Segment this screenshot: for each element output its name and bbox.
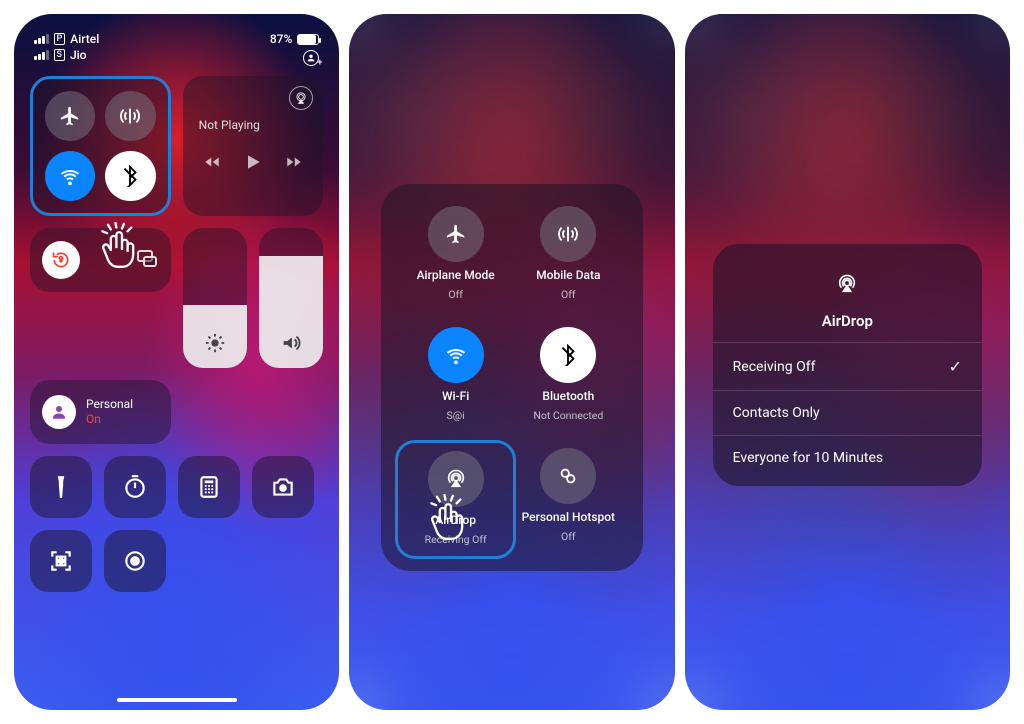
battery-icon [297,34,319,45]
sim-indicator-2: S [54,49,65,61]
hotspot-button[interactable] [540,448,596,504]
airdrop-option-off[interactable]: Receiving Off ✓ [713,342,982,390]
focus-state: On [86,412,133,427]
screenshot-control-center: P Airtel S Jio 87% [14,14,339,710]
airplane-sub: Off [448,288,463,301]
airplay-icon[interactable] [289,86,313,110]
airdrop-option-contacts[interactable]: Contacts Only [713,390,982,435]
cellular-label: Mobile Data [536,268,600,282]
calculator-button[interactable] [178,456,240,518]
forward-icon[interactable] [285,153,303,175]
wifi-sub: S@i [447,409,465,422]
brightness-slider[interactable] [183,228,247,368]
check-icon: ✓ [949,357,962,376]
rotation-mirror-tile [30,228,171,292]
wifi-button[interactable] [45,151,95,201]
airdrop-title: AirDrop [822,312,873,330]
cellular-sub: Off [561,288,576,301]
status-bar: P Airtel S Jio 87% [14,24,339,66]
bluetooth-sub: Not Connected [533,409,603,422]
airplane-label: Airplane Mode [417,268,495,282]
airdrop-option-everyone[interactable]: Everyone for 10 Minutes [713,435,982,480]
bluetooth-label: Bluetooth [542,389,594,403]
cellular-data-button[interactable] [105,91,155,141]
volume-slider[interactable] [259,228,323,368]
airplane-mode-button[interactable] [45,91,95,141]
battery-percentage: 87% [270,32,292,46]
carrier-2: Jio [70,48,87,62]
camera-button[interactable] [252,456,314,518]
airdrop-button[interactable] [428,451,484,507]
screen-record-button[interactable] [104,530,166,592]
screenshot-airdrop-menu: AirDrop Receiving Off ✓ Contacts Only Ev… [685,14,1010,710]
profile-switch-icon[interactable] [303,50,319,66]
play-icon[interactable] [243,152,263,176]
airdrop-panel: AirDrop Receiving Off ✓ Contacts Only Ev… [713,244,982,486]
focus-icon [42,395,76,429]
signal-bars-1 [34,34,49,44]
airdrop-icon [825,262,869,306]
hotspot-label: Personal Hotspot [522,510,615,524]
carrier-1: Airtel [70,32,99,46]
airdrop-label: AirDrop [435,513,476,527]
signal-bars-2 [34,50,49,60]
screen-mirror-button[interactable] [135,246,159,274]
airplane-mode-button[interactable] [428,206,484,262]
connectivity-panel: Airplane Mode Off Mobile Data Off Wi-Fi … [381,184,642,571]
flashlight-button[interactable] [30,456,92,518]
focus-label: Personal [86,397,133,412]
rewind-icon[interactable] [203,153,221,175]
screenshot-connectivity-expanded: Airplane Mode Off Mobile Data Off Wi-Fi … [349,14,674,710]
wifi-label: Wi-Fi [442,389,469,403]
media-tile[interactable]: Not Playing [183,76,324,216]
wifi-button[interactable] [428,327,484,383]
timer-button[interactable] [104,456,166,518]
focus-tile[interactable]: Personal On [30,380,171,444]
connectivity-tile[interactable] [30,76,171,216]
sim-indicator-1: P [54,33,66,45]
cellular-data-button[interactable] [540,206,596,262]
bluetooth-button[interactable] [105,151,155,201]
airdrop-sub: Receiving Off [425,533,487,546]
hotspot-sub: Off [561,530,576,543]
bluetooth-button[interactable] [540,327,596,383]
rotation-lock-button[interactable] [42,241,80,279]
qr-scan-button[interactable] [30,530,92,592]
media-status: Not Playing [193,116,314,132]
